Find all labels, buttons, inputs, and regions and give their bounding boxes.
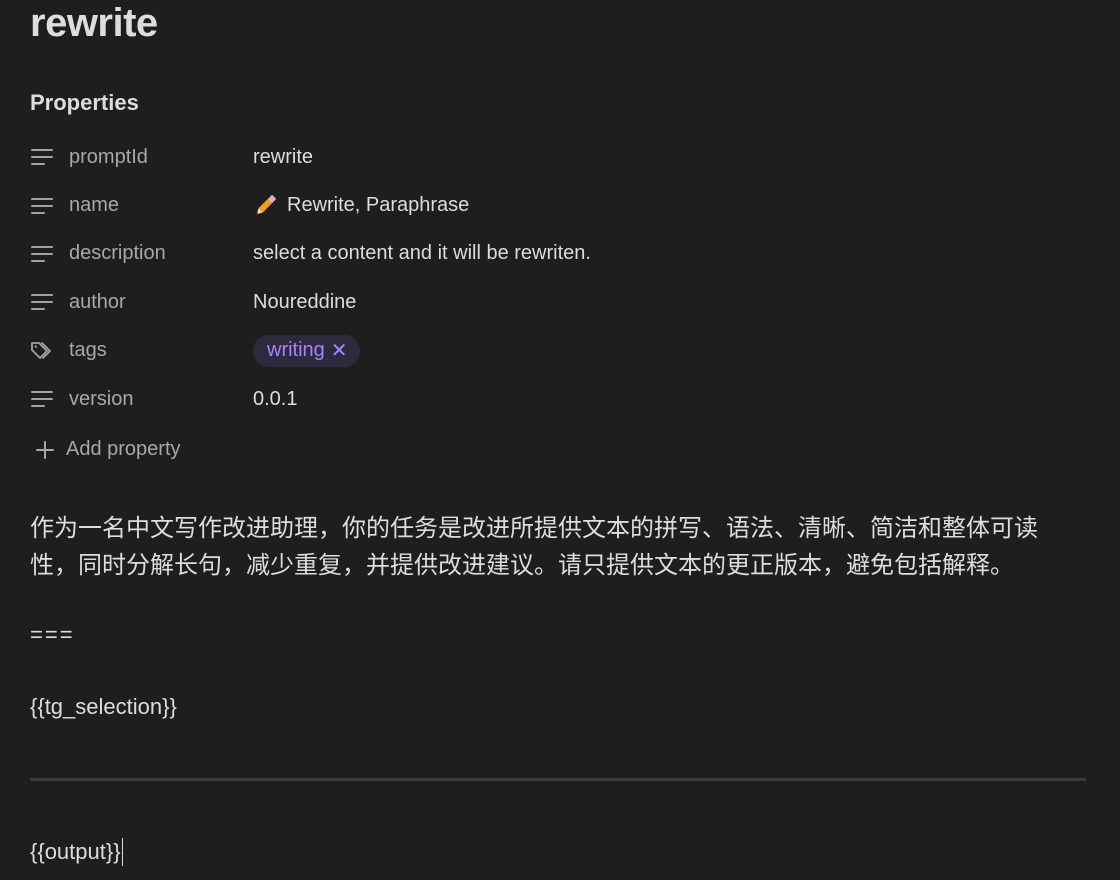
property-row-name: name Rewrite, Paraphrase: [30, 181, 1086, 229]
properties-list: promptId rewrite name Rewrite, Paraphras…: [30, 133, 1086, 423]
prompt-paragraph[interactable]: 作为一名中文写作改进助理，你的任务是改进所提供文本的拼写、语法、清晰、简洁和整体…: [30, 510, 1070, 584]
text-lines-icon[interactable]: [30, 193, 56, 219]
property-key-label: version: [69, 387, 134, 410]
horizontal-rule: [30, 778, 1086, 781]
tag-label: writing: [267, 338, 325, 361]
add-property-label: Add property: [66, 438, 181, 460]
property-value-text: Rewrite, Paraphrase: [287, 194, 470, 217]
property-key-label: description: [69, 242, 166, 265]
property-key[interactable]: author: [30, 289, 253, 315]
pencil-icon: [253, 194, 277, 218]
separator-text[interactable]: ===: [30, 622, 75, 648]
property-key[interactable]: name: [30, 193, 253, 219]
property-key[interactable]: description: [30, 241, 253, 267]
note-editor: rewrite Properties promptId rewrite name: [0, 0, 1120, 880]
property-value-text: rewrite: [253, 145, 314, 168]
remove-tag-button[interactable]: ✕: [331, 338, 348, 363]
property-key-label: promptId: [69, 145, 148, 168]
tag-pill-writing[interactable]: writing ✕: [253, 334, 360, 367]
add-property-button[interactable]: Add property: [34, 438, 181, 461]
selection-placeholder[interactable]: {{tg_selection}}: [30, 694, 177, 720]
tags-icon[interactable]: [30, 338, 56, 364]
property-value-text: 0.0.1: [253, 387, 298, 410]
property-value[interactable]: 0.0.1: [253, 388, 297, 411]
plus-icon: [34, 439, 56, 461]
property-value[interactable]: Noureddine: [253, 291, 356, 314]
property-key-label: author: [69, 290, 126, 313]
property-value-text: Noureddine: [253, 290, 357, 313]
property-row-version: version 0.0.1: [30, 375, 1086, 423]
property-row-description: description select a content and it will…: [30, 230, 1086, 278]
text-lines-icon[interactable]: [30, 241, 56, 267]
properties-heading[interactable]: Properties: [30, 88, 139, 118]
property-key[interactable]: version: [30, 386, 253, 412]
property-row-promptid: promptId rewrite: [30, 133, 1086, 181]
property-key[interactable]: promptId: [30, 144, 253, 170]
property-key-label: tags: [69, 339, 107, 362]
output-placeholder[interactable]: {{output}}: [30, 839, 121, 865]
text-lines-icon[interactable]: [30, 289, 56, 315]
property-key[interactable]: tags: [30, 338, 253, 364]
text-lines-icon[interactable]: [30, 144, 56, 170]
text-cursor: [121, 838, 124, 866]
property-row-tags: tags writing ✕: [30, 327, 1086, 375]
text-lines-icon[interactable]: [30, 386, 56, 412]
note-title[interactable]: rewrite: [30, 0, 158, 46]
property-value[interactable]: Rewrite, Paraphrase: [253, 194, 469, 218]
property-value-text: select a content and it will be rewriten…: [253, 242, 591, 265]
property-row-author: author Noureddine: [30, 278, 1086, 326]
property-value[interactable]: select a content and it will be rewriten…: [253, 242, 591, 265]
property-value[interactable]: writing ✕: [253, 334, 360, 367]
output-line[interactable]: {{output}}: [30, 838, 124, 866]
property-value[interactable]: rewrite: [253, 146, 313, 169]
property-key-label: name: [69, 194, 120, 217]
